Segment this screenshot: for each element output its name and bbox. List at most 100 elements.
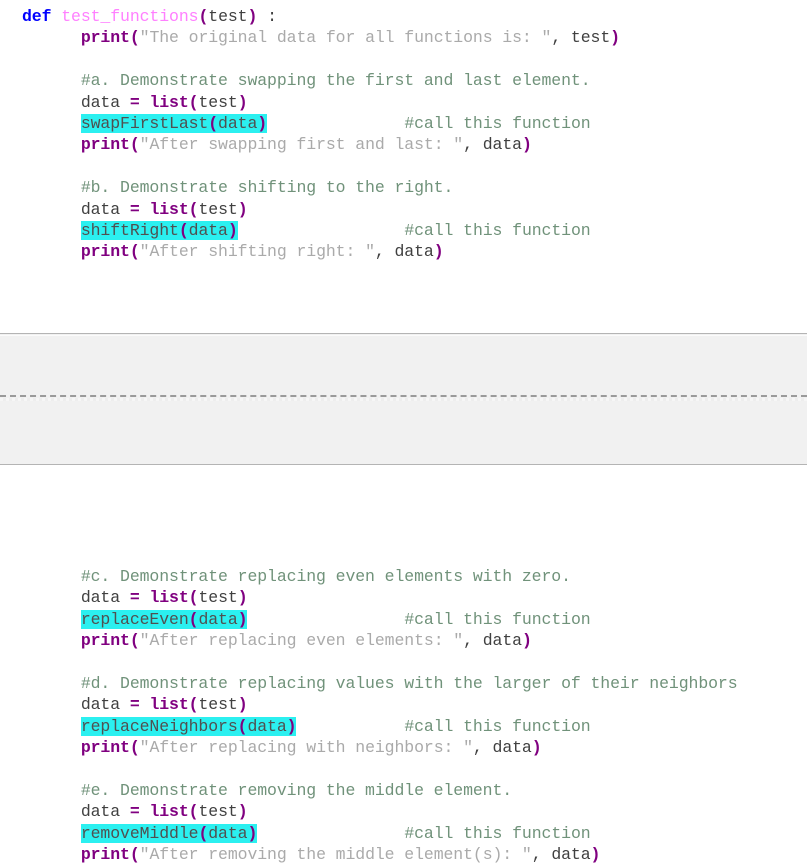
fold-separator-shadow: [0, 398, 807, 401]
trailing-comment: #call this function: [404, 113, 591, 133]
token-plain-0: data: [80, 695, 130, 715]
comment-spacer: [296, 717, 404, 736]
token-op-1: =: [129, 199, 140, 219]
code-line-comment-a[interactable]: #a. Demonstrate swapping the first and l…: [0, 70, 807, 91]
code-line-comment-c[interactable]: #c. Demonstrate replacing even elements …: [0, 566, 807, 587]
call-argument: data: [247, 716, 287, 736]
code-line-blank-4[interactable]: [0, 759, 807, 780]
code-line-print-after-replaceeven[interactable]: print("After replacing even elements: ",…: [0, 630, 807, 651]
highlighted-call-call-shiftright[interactable]: shiftRight(data): [80, 220, 238, 240]
token-plain-3: ,: [463, 135, 473, 155]
token-punct-3: (: [198, 7, 209, 26]
code-line-call-removemiddle[interactable]: removeMiddle(data) #call this function: [0, 823, 807, 844]
token-punct-4: (: [188, 695, 199, 715]
code-line-blank-1[interactable]: [0, 49, 807, 70]
code-line-print-original[interactable]: print("The original data for all functio…: [0, 27, 807, 48]
function-call-name: swapFirstLast: [80, 113, 209, 133]
code-line-comment-b[interactable]: #b. Demonstrate shifting to the right.: [0, 177, 807, 198]
highlighted-call-call-swapfirstlast[interactable]: swapFirstLast(data): [80, 113, 268, 133]
paren-close: ): [257, 113, 268, 133]
token-string-2: "After replacing with neighbors: ": [139, 738, 473, 758]
code-line-data-assign-b[interactable]: data = list(test): [0, 199, 807, 220]
paren-close: ): [227, 220, 238, 240]
token-punct-5: ): [247, 7, 258, 26]
comment-spacer: [247, 610, 404, 629]
token-plain-0: data: [80, 199, 130, 219]
token-punct-6: ): [237, 199, 248, 219]
paren-open: (: [188, 609, 199, 629]
token-punct-5: ): [521, 135, 532, 155]
token-op-1: =: [129, 588, 140, 608]
code-line-data-assign-e[interactable]: data = list(test): [0, 801, 807, 822]
token-punct-5: ): [433, 242, 444, 262]
code-line-call-shiftright[interactable]: shiftRight(data) #call this function: [0, 220, 807, 241]
code-line-print-after-replaceneighbors[interactable]: print("After replacing with neighbors: "…: [0, 737, 807, 758]
collapsed-fold-band[interactable]: [0, 333, 807, 465]
code-line-comment-d[interactable]: #d. Demonstrate replacing values with th…: [0, 673, 807, 694]
token-punct-4: (: [188, 92, 199, 112]
highlighted-call-call-replaceneighbors[interactable]: replaceNeighbors(data): [80, 716, 297, 736]
code-line-print-after-swap[interactable]: print("After swapping first and last: ",…: [0, 134, 807, 155]
token-punct-4: (: [188, 588, 199, 608]
token-def-0: def: [22, 7, 52, 26]
token-punct-1: (: [129, 845, 140, 865]
blank-gap-region: [0, 465, 807, 566]
token-fname-2: test_functions: [61, 7, 199, 26]
code-line-blank-3[interactable]: [0, 652, 807, 673]
token-comment-0: #c. Demonstrate replacing even elements …: [80, 567, 571, 586]
paren-close: ): [286, 716, 297, 736]
paren-close: ): [247, 823, 258, 843]
code-line-blank-2[interactable]: [0, 156, 807, 177]
paren-open: (: [237, 716, 248, 736]
code-line-def-line[interactable]: def test_functions(test) :: [0, 6, 807, 27]
token-op-1: =: [129, 92, 140, 112]
trailing-comment: #call this function: [404, 220, 591, 240]
code-line-data-assign-a[interactable]: data = list(test): [0, 92, 807, 113]
token-punct-6: ): [237, 588, 248, 608]
code-line-data-assign-d[interactable]: data = list(test): [0, 694, 807, 715]
token-builtin-3: list: [149, 802, 189, 822]
call-argument: data: [218, 113, 258, 133]
paren-open: (: [198, 823, 209, 843]
token-plain-3: ,: [374, 242, 385, 262]
call-argument: data: [198, 609, 238, 629]
token-punct-5: ): [521, 631, 532, 651]
function-call-name: replaceNeighbors: [80, 716, 238, 736]
token-plain-0: data: [80, 92, 130, 112]
code-line-print-after-shift[interactable]: print("After shifting right: ", data): [0, 241, 807, 262]
token-plain-3: ,: [531, 845, 542, 865]
code-line-comment-e[interactable]: #e. Demonstrate removing the middle elem…: [0, 780, 807, 801]
highlighted-call-call-removemiddle[interactable]: removeMiddle(data): [80, 823, 258, 843]
code-block-lower[interactable]: #c. Demonstrate replacing even elements …: [0, 566, 807, 865]
paren-open: (: [208, 113, 219, 133]
token-string-2: "After replacing even elements: ": [139, 631, 464, 651]
function-call-name: replaceEven: [80, 609, 189, 629]
token-plain-5: test: [198, 588, 238, 608]
code-line-call-swapfirstlast[interactable]: swapFirstLast(data) #call this function: [0, 113, 807, 134]
highlighted-call-call-replaceeven[interactable]: replaceEven(data): [80, 609, 248, 629]
token-string-2: "After shifting right: ": [139, 242, 375, 262]
token-comment-0: #a. Demonstrate swapping the first and l…: [80, 71, 591, 91]
code-block-upper[interactable]: def test_functions(test) : print("The or…: [0, 6, 807, 263]
code-line-data-assign-c[interactable]: data = list(test): [0, 587, 807, 608]
code-line-call-replaceeven[interactable]: replaceEven(data) #call this function: [0, 609, 807, 630]
call-argument: data: [208, 823, 248, 843]
token-plain-3: ,: [472, 738, 483, 758]
paren-open: (: [178, 220, 189, 240]
code-editor-surface[interactable]: def test_functions(test) : print("The or…: [0, 0, 807, 867]
code-line-call-replaceneighbors[interactable]: replaceNeighbors(data) #call this functi…: [0, 716, 807, 737]
token-plain-5: test: [198, 802, 238, 822]
token-builtin-0: print: [80, 631, 130, 651]
token-plain-4: data: [482, 738, 532, 758]
code-line-print-after-removemiddle[interactable]: print("After removing the middle element…: [0, 844, 807, 865]
